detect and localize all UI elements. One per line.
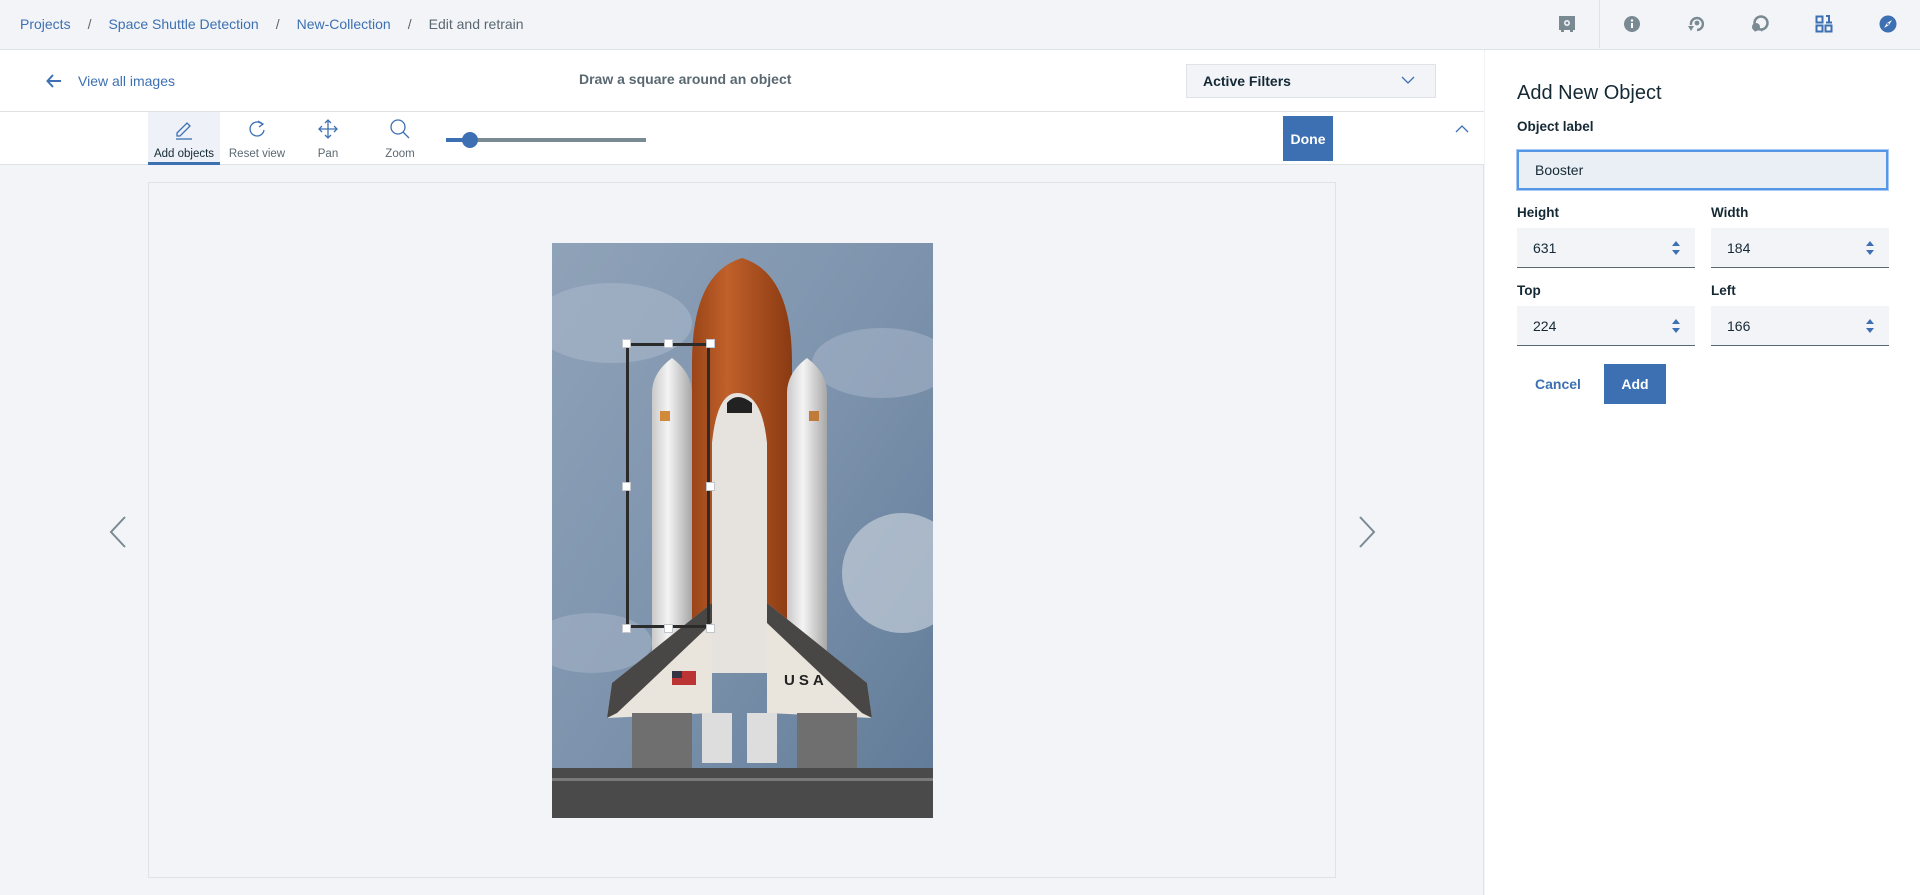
deploy-icon[interactable] — [1535, 0, 1599, 48]
top-label: Top — [1517, 283, 1541, 298]
stepper-icon[interactable] — [1865, 318, 1875, 334]
info-icon[interactable] — [1600, 0, 1664, 48]
top-input[interactable] — [1533, 317, 1653, 334]
tool-label: Zoom — [385, 148, 415, 160]
pan-icon — [318, 119, 338, 139]
apps-grid-icon[interactable] — [1792, 0, 1856, 48]
compass-icon[interactable] — [1856, 0, 1920, 48]
arrow-left-icon — [46, 74, 61, 88]
breadcrumb-projects[interactable]: Projects — [20, 16, 71, 32]
bounding-box[interactable] — [622, 339, 715, 633]
resize-handle-top[interactable] — [664, 339, 673, 348]
pencil-icon — [176, 122, 192, 140]
stepper-icon[interactable] — [1671, 318, 1681, 334]
chevron-down-icon — [1401, 76, 1415, 84]
breadcrumb-separator: / — [407, 16, 412, 32]
active-filters-dropdown[interactable]: Active Filters — [1186, 64, 1436, 98]
stepper-icon[interactable] — [1865, 240, 1875, 256]
tool-reset-view[interactable]: Reset view — [226, 112, 288, 165]
tool-label: Reset view — [228, 148, 286, 160]
view-all-images-link[interactable]: View all images — [46, 70, 175, 92]
resize-handle-left[interactable] — [622, 482, 631, 491]
height-input[interactable] — [1533, 239, 1653, 256]
retrain-icon[interactable] — [1664, 0, 1728, 48]
resize-handle-right[interactable] — [706, 482, 715, 491]
chat-icon[interactable] — [1728, 0, 1792, 48]
launch-pad — [552, 768, 933, 818]
left-input[interactable] — [1727, 317, 1847, 334]
panel-title: Add New Object — [1517, 82, 1662, 104]
tool-pan[interactable]: Pan — [308, 112, 348, 165]
cancel-button[interactable]: Cancel — [1517, 364, 1599, 404]
object-label-input[interactable] — [1517, 150, 1888, 190]
orbiter — [712, 393, 767, 673]
breadcrumb-separator: / — [275, 16, 280, 32]
active-filters-label: Active Filters — [1203, 73, 1291, 89]
view-all-images-label: View all images — [78, 73, 176, 89]
top-field[interactable] — [1517, 306, 1695, 346]
tool-label: Add objects — [153, 148, 215, 160]
breadcrumb-collection[interactable]: New-Collection — [297, 16, 391, 32]
done-button[interactable]: Done — [1283, 116, 1333, 161]
previous-image-arrow[interactable] — [108, 515, 128, 549]
height-field[interactable] — [1517, 228, 1695, 268]
object-label-title: Object label — [1517, 119, 1594, 134]
tool-zoom[interactable]: Zoom — [380, 112, 420, 165]
editor-toolbar: Add objects Reset view Pan Zoom Done — [0, 112, 1484, 165]
width-input[interactable] — [1727, 239, 1847, 256]
zoom-slider-thumb[interactable] — [462, 132, 478, 148]
resize-handle-top-left[interactable] — [622, 339, 631, 348]
top-header: Projects / Space Shuttle Detection / New… — [0, 0, 1920, 50]
tool-label: Pan — [317, 148, 339, 160]
next-image-arrow[interactable] — [1357, 515, 1377, 549]
resize-handle-bottom-left[interactable] — [622, 624, 631, 633]
breadcrumb: Projects / Space Shuttle Detection / New… — [20, 0, 524, 48]
zoom-icon — [390, 119, 410, 139]
add-button[interactable]: Add — [1604, 364, 1666, 404]
shuttle-image[interactable]: USA — [552, 243, 933, 818]
breadcrumb-project[interactable]: Space Shuttle Detection — [108, 16, 258, 32]
tool-add-objects[interactable]: Add objects — [148, 112, 220, 165]
stepper-icon[interactable] — [1671, 240, 1681, 256]
left-field[interactable] — [1711, 306, 1889, 346]
chevron-up-icon[interactable] — [1454, 124, 1470, 134]
resize-handle-bottom[interactable] — [664, 624, 673, 633]
svg-text:USA: USA — [784, 672, 828, 689]
height-label: Height — [1517, 205, 1559, 220]
breadcrumb-separator: / — [87, 16, 92, 32]
instruction-text: Draw a square around an object — [579, 71, 792, 87]
resize-handle-bottom-right[interactable] — [706, 624, 715, 633]
reset-icon — [249, 120, 265, 137]
resize-handle-top-right[interactable] — [706, 339, 715, 348]
breadcrumb-current: Edit and retrain — [428, 16, 524, 32]
editor-subheader: View all images Draw a square around an … — [0, 50, 1484, 112]
width-label: Width — [1711, 205, 1749, 220]
width-field[interactable] — [1711, 228, 1889, 268]
header-actions — [1535, 0, 1920, 48]
add-object-panel: Add New Object Object label Height Width… — [1485, 50, 1920, 895]
zoom-slider[interactable] — [446, 132, 646, 148]
left-label: Left — [1711, 283, 1736, 298]
